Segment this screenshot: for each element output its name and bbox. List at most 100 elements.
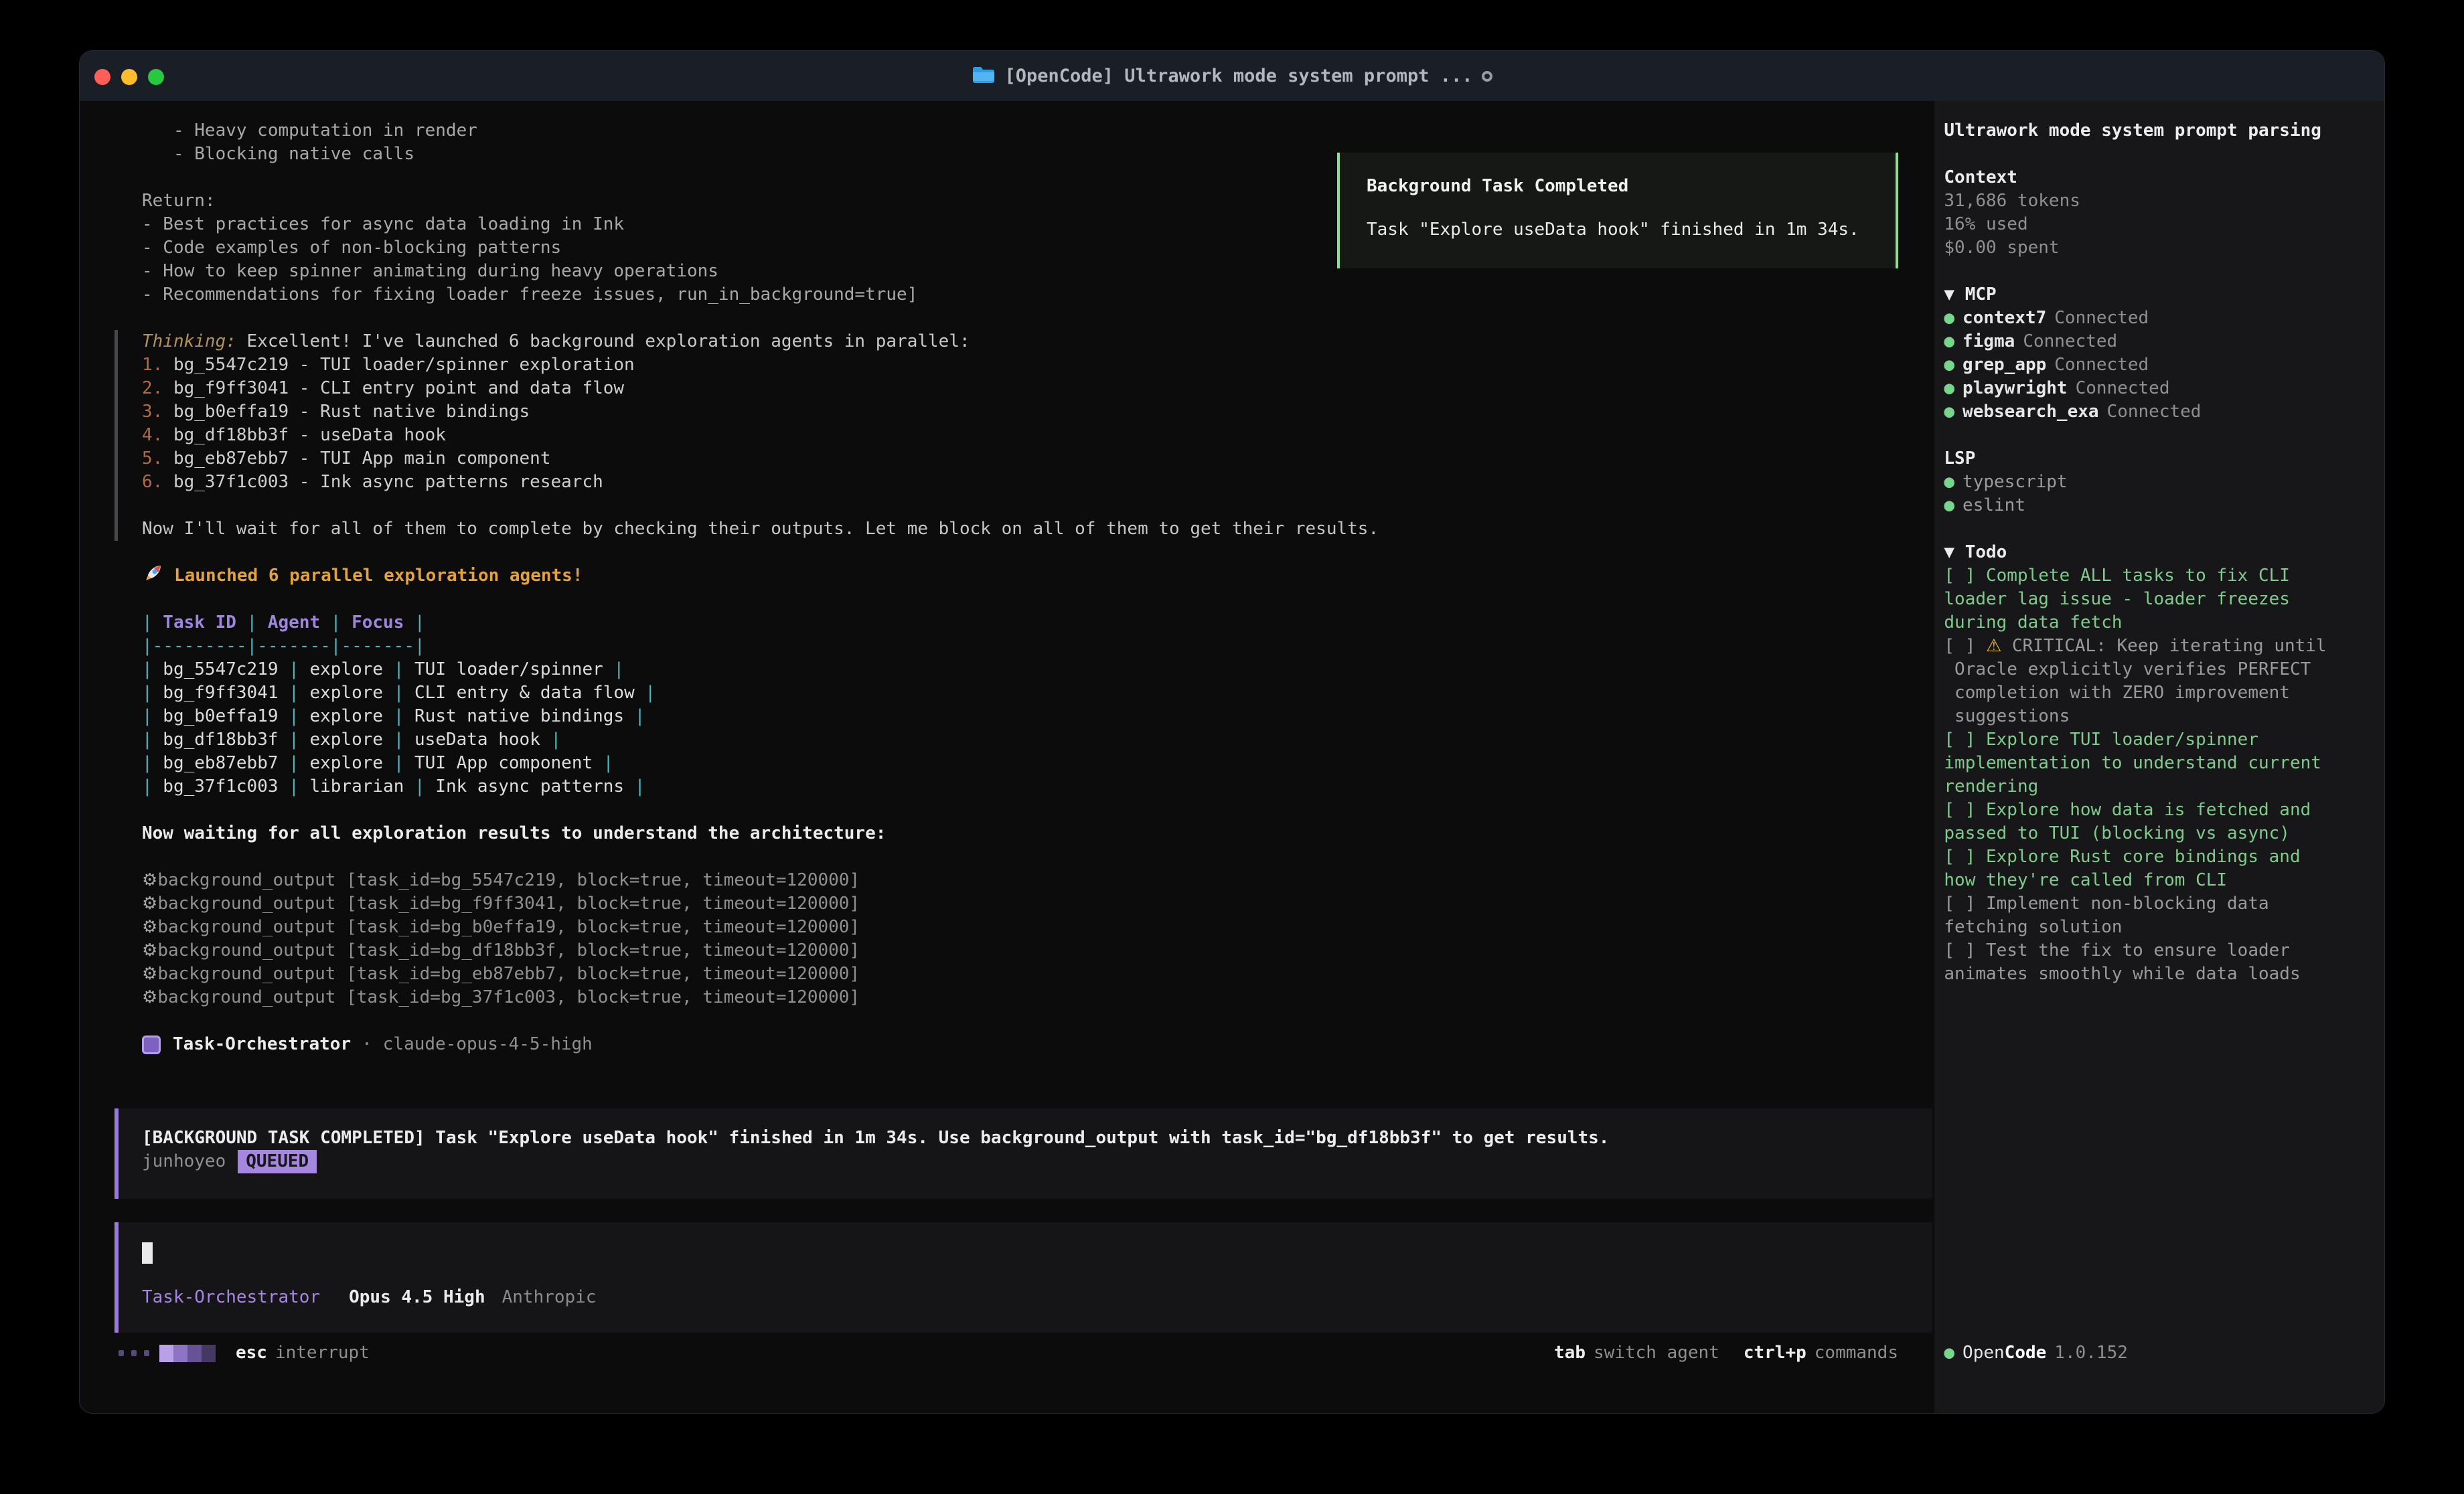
mcp-item: ●grep_appConnected [1944, 353, 2384, 377]
table-row: | bg_f9ff3041 | explore | CLI entry & da… [114, 681, 1934, 705]
context-spent: $0.00 spent [1944, 236, 2384, 260]
ctrlp-key-hint: ctrl+p [1744, 1341, 1806, 1365]
rocket-icon [142, 562, 165, 591]
lsp-item: ●eslint [1944, 494, 2384, 517]
gear-icon: ⚙ [142, 987, 157, 1007]
status-dot-icon: ● [1944, 400, 1954, 424]
todo-item-line: fetching solution [1944, 916, 2384, 939]
status-dot-icon: ● [1944, 353, 1954, 377]
window-content: - Heavy computation in render - Blocking… [80, 101, 2384, 1414]
todo-item-line: Oracle explicitly verifies PERFECT [1944, 658, 2384, 681]
thinking-item: 2. bg_f9ff3041 - CLI entry point and dat… [142, 377, 1934, 400]
zoom-window-button[interactable] [148, 69, 164, 85]
window-titlebar[interactable]: [OpenCode] Ultrawork mode system prompt … [80, 51, 2384, 101]
table-row: | bg_5547c219 | explore | TUI loader/spi… [114, 658, 1934, 681]
gear-icon: ⚙ [142, 940, 157, 961]
todo-item-line: [ ] ⚠ CRITICAL: Keep iterating until [1944, 635, 2384, 658]
thinking-item: 3. bg_b0effa19 - Rust native bindings [142, 400, 1934, 424]
todo-item-line: passed to TUI (blocking vs async) [1944, 822, 2384, 845]
chat-scroll-area[interactable]: - Heavy computation in render - Blocking… [80, 101, 1934, 1414]
todo-item-line: suggestions [1944, 705, 2384, 728]
status-dot-icon: ● [1944, 377, 1954, 400]
toast-body: Task "Explore useData hook" finished in … [1367, 218, 1896, 242]
table-row: | bg_37f1c003 | librarian | Ink async pa… [114, 775, 1934, 799]
status-left: esc interrupt [119, 1341, 370, 1365]
input-agent-name: Task-Orchestrator [142, 1286, 320, 1309]
status-right: tab switch agent ctrl+p commands [1554, 1341, 1932, 1365]
tool-call-line: ⚙background_output [task_id=bg_df18bb3f,… [114, 939, 1934, 963]
background-task-message-text: [BACKGROUND TASK COMPLETED] Task "Explor… [142, 1127, 1932, 1150]
terminal-window: [OpenCode] Ultrawork mode system prompt … [79, 50, 2385, 1414]
gear-icon: ⚙ [142, 917, 157, 937]
agent-name: Task-Orchestrator [173, 1033, 351, 1056]
thinking-item: 6. bg_37f1c003 - Ink async patterns rese… [142, 471, 1934, 494]
todo-section-header[interactable]: ▼ Todo [1944, 541, 2384, 564]
thinking-item: 4. bg_df18bb3f - useData hook [142, 424, 1934, 447]
traffic-lights [94, 69, 164, 85]
todo-item-line: implementation to understand current [1944, 752, 2384, 775]
prompt-input[interactable]: Task-Orchestrator Opus 4.5 High Anthropi… [114, 1222, 1932, 1333]
lsp-item: ●typescript [1944, 471, 2384, 494]
todo-item-line: [ ] Explore Rust core bindings and [1944, 845, 2384, 869]
agent-icon [142, 1035, 161, 1054]
mcp-section-header[interactable]: ▼ MCP [1944, 283, 2384, 307]
dot-separator: · [362, 1033, 372, 1056]
todo-item-line: [ ] Implement non-blocking data [1944, 892, 2384, 916]
text-cursor [142, 1242, 153, 1264]
session-title: Ultrawork mode system prompt parsing [1944, 119, 2384, 143]
thinking-label: Thinking: [142, 331, 236, 351]
todo-item-line: [ ] Explore TUI loader/spinner [1944, 728, 2384, 752]
spinner-dots-icon [119, 1350, 157, 1356]
thinking-outro-line: Now I'll wait for all of them to complet… [142, 517, 1934, 541]
warning-icon: ⚠ [1986, 635, 2001, 658]
mcp-item: ●playwrightConnected [1944, 377, 2384, 400]
status-dot-icon: ● [1944, 330, 1954, 353]
agent-attribution-line: Task-Orchestrator · claude-opus-4-5-high [114, 1033, 1934, 1056]
todo-item-line: [ ] Explore how data is fetched and [1944, 799, 2384, 822]
agent-model: claude-opus-4-5-high [383, 1033, 593, 1056]
minimize-window-button[interactable] [121, 69, 137, 85]
mcp-item: ●websearch_exaConnected [1944, 400, 2384, 424]
status-dot-icon: ● [1944, 494, 1954, 517]
spinner-ring-icon [1482, 71, 1492, 82]
background-task-toast[interactable]: Background Task Completed Task "Explore … [1337, 153, 1898, 268]
background-task-message: [BACKGROUND TASK COMPLETED] Task "Explor… [114, 1108, 1932, 1199]
tool-call-line: ⚙background_output [task_id=bg_5547c219,… [114, 869, 1934, 892]
spinner-gradient-icon [159, 1345, 216, 1362]
toast-title: Background Task Completed [1367, 175, 1896, 198]
queued-status-badge: QUEUED [238, 1150, 317, 1173]
thinking-item: 1. bg_5547c219 - TUI loader/spinner expl… [142, 353, 1934, 377]
right-sidebar: Ultrawork mode system prompt parsing Con… [1934, 101, 2384, 1414]
todo-item-line: during data fetch [1944, 611, 2384, 635]
status-dot-icon: ● [1944, 307, 1954, 330]
tool-output-line: - Heavy computation in render [114, 119, 1934, 143]
folder-icon [972, 65, 996, 88]
todo-item-line: loader lag issue - loader freezes [1944, 588, 2384, 611]
interrupt-hint-label: interrupt [275, 1341, 370, 1365]
table-row: | bg_eb87ebb7 | explore | TUI App compon… [114, 752, 1934, 775]
brand-name: Open [1962, 1341, 2005, 1365]
todo-item-line: [ ] Test the fix to ensure loader [1944, 939, 2384, 963]
todo-item-line: how they're called from CLI [1944, 869, 2384, 892]
gear-icon: ⚙ [142, 870, 157, 890]
desktop: { "window": { "title": "[OpenCode] Ultra… [0, 0, 2464, 1494]
message-meta: junhoyeo QUEUED [142, 1150, 1932, 1173]
launch-line: Launched 6 parallel exploration agents! [114, 564, 1934, 588]
lsp-section-header: LSP [1944, 447, 2384, 471]
todo-item-line: animates smoothly while data loads [1944, 963, 2384, 986]
brand-name-bold: Code [2005, 1341, 2047, 1365]
status-bar: esc interrupt tab switch agent ctrl+p co… [114, 1341, 1932, 1365]
status-dot-icon: ● [1944, 471, 1954, 494]
table-row: | bg_df18bb3f | explore | useData hook | [114, 728, 1934, 752]
input-provider-name: Anthropic [502, 1286, 597, 1309]
tool-output-line: - Recommendations for fixing loader free… [114, 283, 1934, 307]
waiting-line: Now waiting for all exploration results … [114, 822, 1934, 845]
tool-call-line: ⚙background_output [task_id=bg_eb87ebb7,… [114, 963, 1934, 986]
context-tokens: 31,686 tokens [1944, 189, 2384, 213]
table-separator-row: |---------|-------|-------| [114, 635, 1934, 658]
tab-key-hint: tab [1554, 1341, 1586, 1365]
tool-call-line: ⚙background_output [task_id=bg_37f1c003,… [114, 986, 1934, 1009]
sidebar-footer: ● OpenCode 1.0.152 [1944, 1341, 2127, 1365]
close-window-button[interactable] [94, 69, 110, 85]
tool-call-line: ⚙background_output [task_id=bg_b0effa19,… [114, 916, 1934, 939]
